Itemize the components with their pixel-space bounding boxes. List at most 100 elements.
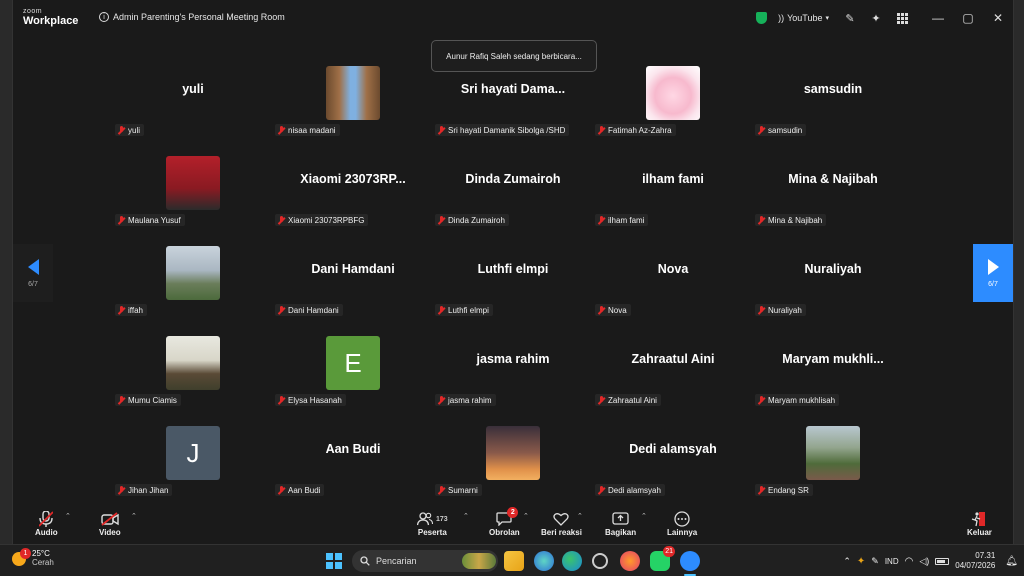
- participant-tile[interactable]: Dani Hamdani Dani Hamdani: [273, 228, 433, 318]
- video-options-caret[interactable]: ⌃: [131, 512, 137, 520]
- share-options-caret[interactable]: ⌃: [641, 512, 647, 520]
- leave-button[interactable]: Keluar: [967, 510, 992, 537]
- notification-bell-icon[interactable]: 🔔︎: [1005, 556, 1018, 567]
- volume-icon[interactable]: ◁): [919, 556, 929, 567]
- share-screen-button[interactable]: Bagikan: [605, 510, 636, 537]
- participant-name: Xiaomi 23073RPBFG: [288, 215, 365, 225]
- zoom-meeting-window: zoom Workplace i Admin Parenting's Perso…: [12, 0, 1014, 544]
- participants-options-caret[interactable]: ⌃: [463, 512, 469, 520]
- participant-name-label: samsudin: [755, 124, 807, 136]
- meeting-title[interactable]: i Admin Parenting's Personal Meeting Roo…: [99, 12, 285, 22]
- participant-name-label: Sri hayati Damanik Sibolga /SHD: [435, 124, 570, 136]
- file-explorer-icon[interactable]: [504, 551, 524, 571]
- livestream-button[interactable]: )) YouTube ▾: [774, 13, 837, 23]
- obs-icon[interactable]: [592, 553, 608, 569]
- leave-label: Keluar: [967, 528, 992, 537]
- participant-tile[interactable]: Mina & Najibah Mina & Najibah: [753, 138, 913, 228]
- microphone-muted-icon: [597, 395, 606, 405]
- participant-tile[interactable]: iffah: [113, 228, 273, 318]
- participant-tile[interactable]: Maulana Yusuf: [113, 138, 273, 228]
- microphone-muted-icon: [757, 215, 766, 225]
- participant-tile[interactable]: Xiaomi 23073RP... Xiaomi 23073RPBFG: [273, 138, 433, 228]
- minimize-button[interactable]: —: [923, 0, 953, 36]
- security-shield-icon[interactable]: [748, 0, 774, 36]
- tray-pen-icon[interactable]: ✎: [871, 556, 879, 567]
- participant-tile[interactable]: Dedi alamsyah Dedi alamsyah: [593, 408, 753, 498]
- weather-widget[interactable]: 1 25°C Cerah: [12, 547, 54, 568]
- participant-tile[interactable]: E Elysa Hasanah: [273, 318, 433, 408]
- participant-tile[interactable]: ilham fami ilham fami: [593, 138, 753, 228]
- next-page-button[interactable]: 6/7: [973, 244, 1013, 302]
- audio-options-caret[interactable]: ⌃: [65, 512, 71, 520]
- participants-button[interactable]: 173 Peserta: [417, 510, 448, 537]
- participant-tile[interactable]: Zahraatul Aini Zahraatul Aini: [593, 318, 753, 408]
- participant-tile[interactable]: Mumu Ciamis: [113, 318, 273, 408]
- chevron-up-icon[interactable]: ⌃: [843, 556, 851, 567]
- info-icon[interactable]: i: [99, 12, 109, 22]
- microphone-muted-icon: [437, 305, 446, 315]
- participant-name: Endang SR: [768, 485, 809, 495]
- participant-tile[interactable]: Nuraliyah Nuraliyah: [753, 228, 913, 318]
- close-button[interactable]: ✕: [983, 0, 1013, 36]
- previous-page-button[interactable]: 6/7: [13, 244, 53, 302]
- participant-display-name: Luthfi elmpi: [477, 262, 549, 276]
- chat-options-caret[interactable]: ⌃: [523, 512, 529, 520]
- magic-wand-icon[interactable]: ✎: [837, 0, 863, 36]
- tray-app-icon[interactable]: ✦: [857, 556, 865, 567]
- microphone-muted-icon: [117, 485, 126, 495]
- participant-tile[interactable]: Fatimah Az-Zahra: [593, 48, 753, 138]
- whatsapp-icon[interactable]: 21: [650, 546, 675, 571]
- more-button[interactable]: Lainnya: [667, 510, 697, 537]
- reactions-options-caret[interactable]: ⌃: [577, 512, 583, 520]
- reactions-button[interactable]: Beri reaksi: [541, 510, 582, 537]
- participant-tile[interactable]: Nova Nova: [593, 228, 753, 318]
- participant-tile[interactable]: Luthfi elmpi Luthfi elmpi: [433, 228, 593, 318]
- microphone-muted-icon: [39, 510, 54, 528]
- participant-name: iffah: [128, 305, 143, 315]
- clock[interactable]: 07.31 04/07/2026: [955, 551, 995, 570]
- participant-tile[interactable]: Sumarni: [433, 408, 593, 498]
- participant-tile[interactable]: Endang SR: [753, 408, 913, 498]
- microphone-muted-icon: [277, 395, 286, 405]
- battery-icon[interactable]: [935, 557, 950, 565]
- participant-tile[interactable]: Maryam mukhli... Maryam mukhlisah: [753, 318, 913, 408]
- logo-big-text: Workplace: [23, 15, 79, 27]
- taskbar-search[interactable]: Pencarian: [352, 550, 498, 572]
- gallery-view-icon[interactable]: [889, 0, 915, 36]
- windows-start-icon[interactable]: [326, 553, 342, 569]
- participant-tile[interactable]: Dinda Zumairoh Dinda Zumairoh: [433, 138, 593, 228]
- zoom-taskbar-icon[interactable]: [680, 551, 700, 571]
- participant-tile[interactable]: Aan Budi Aan Budi: [273, 408, 433, 498]
- firefox-icon[interactable]: [620, 551, 640, 571]
- chevron-down-icon: ▾: [825, 15, 829, 22]
- livestream-label: YouTube: [787, 13, 823, 23]
- participant-name-label: Mumu Ciamis: [115, 394, 181, 406]
- share-screen-icon: [612, 510, 629, 528]
- microphone-muted-icon: [437, 125, 446, 135]
- desktop: zoom Workplace i Admin Parenting's Perso…: [0, 0, 1024, 576]
- page-indicator-right: 6/7: [988, 280, 998, 288]
- participant-name-label: Elysa Hasanah: [275, 394, 346, 406]
- maximize-button[interactable]: ▢: [953, 0, 983, 36]
- participant-name: Luthfi elmpi: [448, 305, 489, 315]
- audio-button[interactable]: Audio: [35, 510, 58, 537]
- participant-tile[interactable]: J Jihan Jihan: [113, 408, 273, 498]
- participant-name: yuli: [128, 125, 141, 135]
- video-button[interactable]: Video: [99, 510, 121, 537]
- input-language[interactable]: IND: [885, 557, 899, 566]
- participant-display-name: Nova: [657, 262, 689, 276]
- copilot-icon[interactable]: [534, 551, 554, 571]
- chat-button[interactable]: 2 Obrolan: [489, 507, 520, 537]
- participant-tile[interactable]: jasma rahim jasma rahim: [433, 318, 593, 408]
- sparkle-icon[interactable]: ✦: [863, 0, 889, 36]
- participant-name: Dedi alamsyah: [608, 485, 661, 495]
- participant-tile[interactable]: yuli yuli: [113, 48, 273, 138]
- wifi-icon[interactable]: ◠: [905, 556, 914, 567]
- participant-display-name: samsudin: [803, 82, 863, 96]
- edge-browser-icon[interactable]: [562, 551, 582, 571]
- participant-tile[interactable]: samsudin samsudin: [753, 48, 913, 138]
- participant-name-label: jasma rahim: [435, 394, 496, 406]
- participant-name: Dinda Zumairoh: [448, 215, 505, 225]
- participant-display-name: Dedi alamsyah: [629, 442, 717, 456]
- participant-tile[interactable]: nisaa madani: [273, 48, 433, 138]
